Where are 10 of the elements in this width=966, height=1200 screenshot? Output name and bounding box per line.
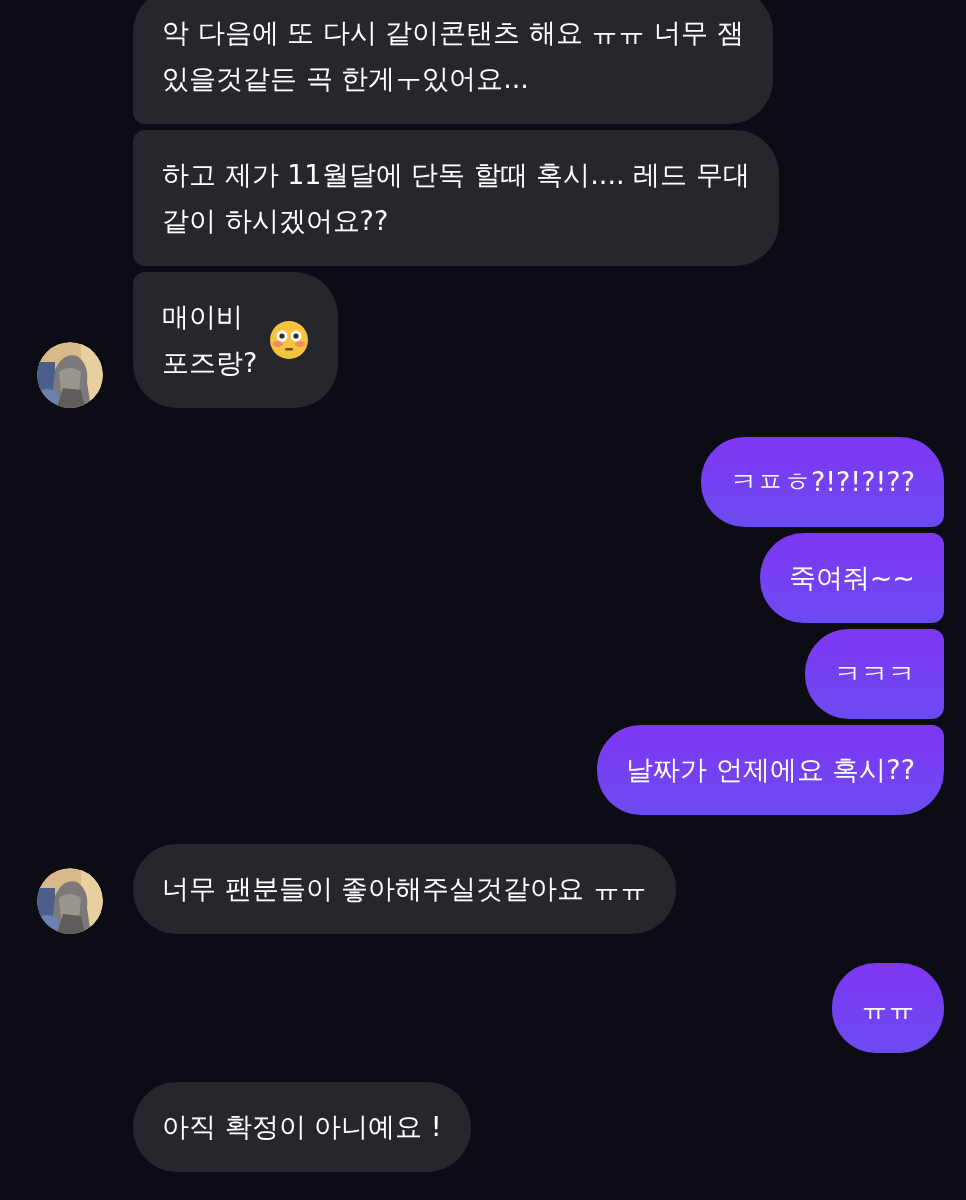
message-bubble: 날짜가 언제에요 혹시?? <box>597 725 944 815</box>
message-bubble: 하고 제가 11월달에 단독 할때 혹시.... 레드 무대 같이 하시겠어요?? <box>133 130 779 266</box>
message-bubble: 아직 확정이 아니예요 ! <box>133 1082 471 1172</box>
message-bubble: ㅋㅋㅋ <box>805 629 944 719</box>
message-bubble: 너무 팬분들이 좋아해주실것같아요 ㅠㅠ <box>133 844 676 934</box>
message-bubble: 매이비 포즈랑? <box>133 272 339 408</box>
message-bubble: 죽여줘~~ <box>759 533 944 623</box>
message-bubble: ㅠㅠ <box>832 963 944 1053</box>
message-bubble: 악 다음에 또 다시 같이콘탠츠 해요 ㅠㅠ 너무 잼 있을것같든 곡 한게ㅜ있어요... <box>133 0 773 124</box>
message-bubble: ㅋㅍㅎ?!?!?!?? <box>700 437 944 527</box>
